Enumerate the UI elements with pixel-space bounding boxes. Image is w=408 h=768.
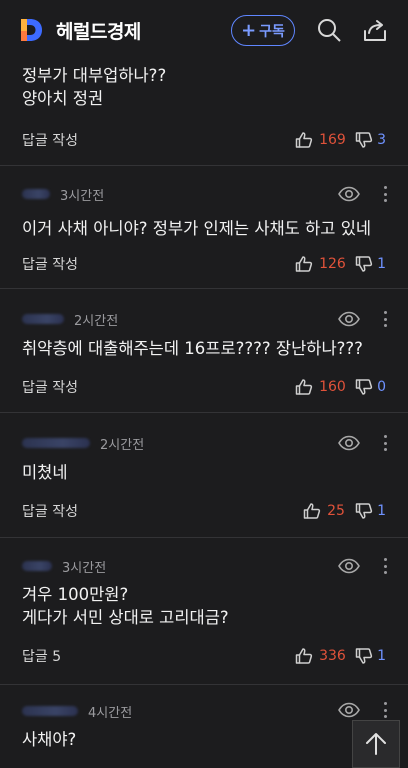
share-icon[interactable] [362,17,388,43]
downvote-count: 3 [377,132,386,148]
vote-group: 126 1 [295,255,386,273]
comment-item: 3시간전 겨우 100만원? 게다가 서민 상대로 고리대금? 답글 5 336… [0,538,408,685]
comment-footer: 답글 작성 126 1 [22,254,386,274]
downvote-button[interactable]: 1 [355,647,386,665]
more-options-icon[interactable] [382,435,388,451]
thumbs-up-icon [295,256,313,272]
comment-text: 이거 사채 아니야? 정부가 인제는 사채도 하고 있네 [22,219,372,238]
reply-button[interactable]: 답글 5 [22,646,61,666]
more-options-icon[interactable] [382,311,388,327]
brand-name: 헤럴드경제 [56,20,141,43]
subscribe-button[interactable]: + 구독 [231,15,295,46]
upvote-count: 25 [327,503,345,519]
upvote-button[interactable]: 160 [295,378,347,396]
upvote-count: 126 [319,256,346,272]
vote-group: 336 1 [295,647,386,665]
search-icon[interactable] [316,17,342,43]
vote-group: 25 1 [303,502,386,520]
comment-footer: 답글 작성 169 3 [22,130,386,150]
reply-button[interactable]: 답글 작성 [22,377,78,397]
eye-icon[interactable] [338,435,360,451]
comment-footer: 답글 작성 25 1 [22,501,386,521]
comment-time: 3시간전 [62,560,107,576]
thumbs-up-icon [303,503,321,519]
subscribe-label: 구독 [259,23,285,40]
eye-icon[interactable] [338,702,360,718]
comment-item: 3시간전 이거 사채 아니야? 정부가 인제는 사채도 하고 있네 답글 작성 … [0,166,408,289]
comment-footer: 답글 5 336 1 [22,646,386,666]
eye-icon[interactable] [338,311,360,327]
comment-footer: 답글 작성 160 0 [22,377,386,397]
thumbs-up-icon [295,132,313,148]
logo[interactable]: 헤럴드경제 [18,17,141,44]
comment-item: 2시간전 취약층에 대출해주는데 16프로???? 장난하나??? 답글 작성 … [0,289,408,413]
thumbs-up-icon [295,648,313,664]
downvote-button[interactable]: 3 [355,131,386,149]
username-blurred [22,438,90,448]
comment-time: 4시간전 [88,705,133,721]
comment-meta: 2시간전 [22,433,144,453]
upvote-button[interactable]: 169 [295,131,347,149]
comment-item: 정부가 대부업하나?? 양아치 정권 답글 작성 169 3 [0,60,408,166]
upvote-count: 169 [319,132,346,148]
comment-meta: 3시간전 [22,184,104,204]
app-header: 헤럴드경제 + 구독 [0,0,408,60]
logo-mark-icon [21,19,42,41]
upvote-count: 160 [319,379,346,395]
username-blurred [22,189,50,199]
downvote-button[interactable]: 0 [355,378,386,396]
upvote-count: 336 [319,648,346,664]
downvote-count: 0 [377,379,386,395]
comment-time: 3시간전 [60,188,105,204]
scroll-to-top-button[interactable] [352,720,400,768]
reply-button[interactable]: 답글 작성 [22,501,78,521]
upvote-button[interactable]: 25 [303,502,347,520]
comment-text: 겨우 100만원? 게다가 서민 상대로 고리대금? [22,585,229,627]
thumbs-down-icon [355,132,373,148]
more-options-icon[interactable] [382,702,388,718]
upvote-button[interactable]: 126 [295,255,347,273]
comment-text: 사채야? [22,730,77,749]
thumbs-down-icon [355,379,373,395]
comment-time: 2시간전 [74,313,119,329]
vote-group: 160 0 [295,378,386,396]
comment-meta: 4시간전 [22,701,132,721]
downvote-count: 1 [377,503,386,519]
reply-button[interactable]: 답글 작성 [22,254,78,274]
username-blurred [22,706,78,716]
downvote-count: 1 [377,256,386,272]
plus-icon: + [241,19,257,41]
comment-item: 4시간전 사채야? [0,685,408,768]
downvote-button[interactable]: 1 [355,502,386,520]
comment-item: 2시간전 미쳤네 답글 작성 25 1 [0,413,408,538]
comment-meta: 2시간전 [22,309,118,329]
comment-text: 미쳤네 [22,463,68,482]
comment-time: 2시간전 [100,437,145,453]
eye-icon[interactable] [338,558,360,574]
reply-button[interactable]: 답글 작성 [22,130,78,150]
comment-meta: 3시간전 [22,556,106,576]
thumbs-down-icon [355,256,373,272]
vote-group: 169 3 [295,131,386,149]
thumbs-up-icon [295,379,313,395]
upvote-button[interactable]: 336 [295,647,347,665]
more-options-icon[interactable] [382,558,388,574]
more-options-icon[interactable] [382,186,388,202]
downvote-button[interactable]: 1 [355,255,386,273]
comment-text: 취약층에 대출해주는데 16프로???? 장난하나??? [22,339,363,358]
comment-text: 정부가 대부업하나?? 양아치 정권 [22,66,167,108]
username-blurred [22,561,52,571]
downvote-count: 1 [377,648,386,664]
username-blurred [22,314,64,324]
thumbs-down-icon [355,648,373,664]
arrow-up-icon [366,733,386,755]
eye-icon[interactable] [338,186,360,202]
thumbs-down-icon [355,503,373,519]
